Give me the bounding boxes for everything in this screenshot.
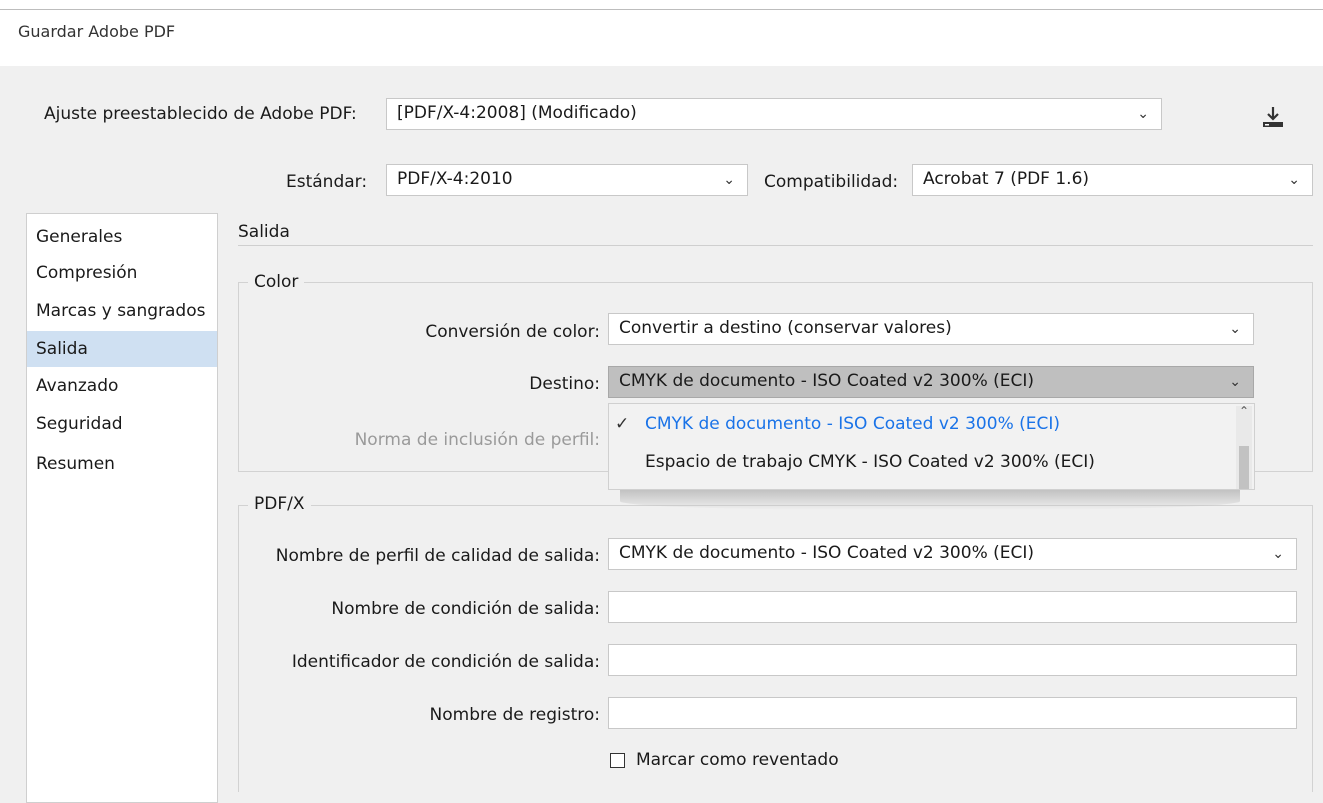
sidebar-item-marcas[interactable]: Marcas y sangrados (27, 293, 217, 329)
check-icon: ✓ (615, 414, 630, 434)
chevron-down-icon: ⌄ (1137, 106, 1149, 122)
chevron-down-icon: ⌄ (723, 172, 735, 188)
dropdown-scrollbar[interactable]: ⌃ (1236, 404, 1252, 489)
registry-field[interactable] (608, 697, 1297, 729)
scroll-up-icon[interactable]: ⌃ (1239, 404, 1249, 418)
chevron-down-icon: ⌄ (1288, 172, 1300, 188)
sidebar-item-label: Marcas y sangrados (36, 301, 206, 321)
conversion-value: Convertir a destino (conservar valores) (619, 318, 952, 338)
destino-value: CMYK de documento - ISO Coated v2 300% (… (619, 371, 1035, 391)
chevron-down-icon: ⌄ (1229, 321, 1241, 337)
condition-id-field[interactable] (608, 644, 1297, 676)
compat-value: Acrobat 7 (PDF 1.6) (923, 169, 1090, 189)
sidebar-item-label: Salida (36, 339, 88, 359)
destino-select[interactable]: CMYK de documento - ISO Coated v2 300% (… (608, 366, 1254, 398)
chevron-down-icon: ⌄ (1272, 546, 1284, 562)
sidebar-item-label: Avanzado (36, 376, 119, 396)
conversion-select[interactable]: Convertir a destino (conservar valores) … (608, 313, 1254, 345)
top-divider (0, 9, 1323, 10)
sidebar-item-generales[interactable]: Generales (27, 219, 217, 255)
standard-select[interactable]: PDF/X-4:2010 ⌄ (386, 164, 748, 196)
download-icon[interactable] (1260, 104, 1286, 130)
sidebar-item-avanzado[interactable]: Avanzado (27, 368, 217, 404)
pdfx-group-legend: PDF/X (248, 494, 311, 514)
compat-select[interactable]: Acrobat 7 (PDF 1.6) ⌄ (912, 164, 1313, 196)
destino-dropdown-list: ✓ CMYK de documento - ISO Coated v2 300%… (608, 403, 1255, 490)
profile-inclusion-label: Norma de inclusión de perfil: (354, 430, 600, 450)
section-divider (238, 245, 1313, 246)
destino-label: Destino: (529, 374, 600, 394)
sidebar-item-label: Compresión (36, 263, 138, 283)
dropdown-option-cmyk-documento[interactable]: CMYK de documento - ISO Coated v2 300% (… (645, 406, 1060, 442)
trapped-checkbox[interactable] (610, 753, 625, 768)
scrollbar-thumb[interactable] (1239, 446, 1249, 489)
conversion-label: Conversión de color: (425, 322, 600, 342)
standard-value: PDF/X-4:2010 (397, 169, 513, 189)
dropdown-option-espacio-trabajo[interactable]: Espacio de trabajo CMYK - ISO Coated v2 … (645, 444, 1095, 480)
sidebar-item-salida[interactable]: Salida (27, 331, 217, 367)
sidebar-item-label: Seguridad (36, 414, 123, 434)
sidebar-item-seguridad[interactable]: Seguridad (27, 406, 217, 442)
dropdown-shadow (620, 488, 1240, 510)
sidebar-item-compresion[interactable]: Compresión (27, 255, 217, 291)
sidebar-item-resumen[interactable]: Resumen (27, 446, 217, 482)
condition-id-label: Identificador de condición de salida: (291, 652, 600, 672)
sidebar-item-label: Generales (36, 227, 123, 247)
condition-name-label: Nombre de condición de salida: (331, 599, 600, 619)
color-group-legend: Color (248, 272, 305, 292)
sidebar: Generales Compresión Marcas y sangrados … (26, 213, 218, 803)
output-profile-label: Nombre de perfil de calidad de salida: (275, 546, 600, 566)
window-title: Guardar Adobe PDF (18, 22, 176, 41)
condition-name-field[interactable] (608, 591, 1297, 623)
section-title: Salida (238, 222, 290, 242)
standard-label: Estándar: (286, 172, 368, 192)
registry-label: Nombre de registro: (429, 705, 600, 725)
preset-select[interactable]: [PDF/X-4:2008] (Modificado) ⌄ (386, 98, 1162, 130)
output-profile-value: CMYK de documento - ISO Coated v2 300% (… (619, 543, 1035, 563)
trapped-label: Marcar como reventado (636, 750, 839, 770)
output-profile-select[interactable]: CMYK de documento - ISO Coated v2 300% (… (608, 538, 1297, 570)
preset-label: Ajuste preestablecido de Adobe PDF: (44, 104, 357, 124)
preset-value: [PDF/X-4:2008] (Modificado) (397, 103, 637, 123)
title-bar: Guardar Adobe PDF (0, 0, 1323, 66)
compat-label: Compatibilidad: (764, 172, 899, 192)
chevron-down-icon: ⌄ (1229, 374, 1241, 390)
sidebar-item-label: Resumen (36, 454, 115, 474)
